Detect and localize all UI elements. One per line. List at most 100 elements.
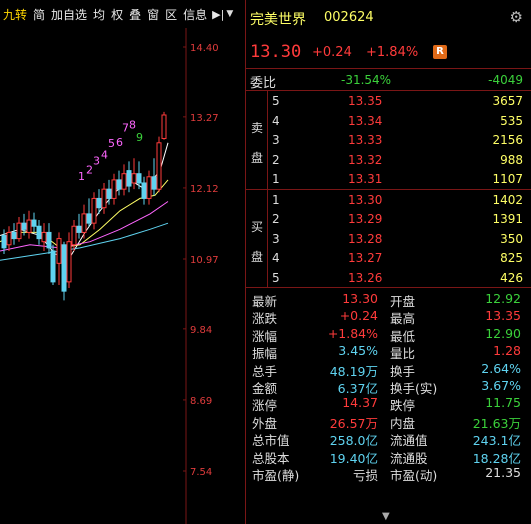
stat-label: 市盈(静) xyxy=(252,467,300,483)
candle-body xyxy=(91,197,97,224)
candle-body xyxy=(1,235,7,249)
quote-panel: 完美世界 002624 ⚙ 13.30 +0.24 +1.84% R 委比 -3… xyxy=(245,0,531,524)
sequence-label: 6 xyxy=(116,136,123,149)
stat-value: +0.24 xyxy=(339,308,378,324)
candle-body xyxy=(126,170,132,187)
candle-body xyxy=(6,231,12,246)
kline-chart[interactable]: 14.40 13.27 12.12 10.97 9.84 8.69 7.54 1234567… xyxy=(0,28,245,524)
stat-value: 12.90 xyxy=(485,325,521,341)
order-ratio-value: -31.54% xyxy=(341,73,392,87)
kline-chart-canvas: 14.40 13.27 12.12 10.97 9.84 8.69 7.54 1 23 45 67… xyxy=(0,28,219,524)
buy-level-row[interactable]: 4 13.27 825 xyxy=(268,248,531,268)
stat-value: 13.30 xyxy=(342,291,378,306)
candle-body xyxy=(66,241,72,283)
candle-body xyxy=(16,222,22,240)
level-price[interactable]: 13.27 xyxy=(348,251,382,265)
level-price[interactable]: 13.34 xyxy=(348,114,382,128)
ma5-line xyxy=(0,142,169,258)
toolbar-simple[interactable]: 简 xyxy=(30,6,48,23)
level-price[interactable]: 13.30 xyxy=(348,193,382,207)
price-summary: 13.30 +0.24 +1.84% R xyxy=(246,38,531,68)
level-volume: 988 xyxy=(500,152,523,167)
candle-body xyxy=(146,176,152,199)
candle-body xyxy=(61,244,67,292)
stat-value: 21.35 xyxy=(485,464,521,480)
toolbar-moving-average[interactable]: 均 xyxy=(90,6,108,23)
buy-level-row[interactable]: 1 13.30 1402 xyxy=(268,190,531,210)
buy-side-label: 买 盘 xyxy=(246,189,268,287)
order-ratio-row: 委比 -31.54% -4049 xyxy=(246,68,531,91)
candle-body xyxy=(50,250,56,283)
buy-level-row[interactable]: 5 13.26 426 xyxy=(268,268,531,288)
level-price[interactable]: 13.26 xyxy=(348,271,382,285)
stock-code: 002624 xyxy=(324,10,374,25)
toolbar-add-watchlist[interactable]: 加自选 xyxy=(48,6,90,23)
stat-value: 1.28 xyxy=(493,343,521,359)
toolbar-range[interactable]: 区 xyxy=(162,6,180,23)
order-ratio-diff: -4049 xyxy=(488,73,523,87)
chevron-down-icon[interactable]: ▼ xyxy=(224,9,233,19)
buy-level-row[interactable]: 3 13.28 350 xyxy=(268,229,531,249)
level-volume: 350 xyxy=(500,231,523,246)
candle-body xyxy=(96,197,102,209)
sequence-label: 9 xyxy=(136,131,143,144)
level-price[interactable]: 13.33 xyxy=(348,133,382,147)
toolbar-adjust[interactable]: 权 xyxy=(108,6,126,23)
stat-value: 3.67% xyxy=(481,377,521,393)
candle-body xyxy=(71,225,77,246)
candle-body xyxy=(76,225,82,233)
sell-level-row[interactable]: 1 13.31 1107 xyxy=(268,169,531,189)
order-ratio-label: 委比 xyxy=(250,76,277,91)
candle-body xyxy=(141,182,147,199)
candle-body xyxy=(86,213,92,224)
gear-icon[interactable]: ⚙ xyxy=(510,8,523,26)
candle-body xyxy=(36,225,42,240)
stats-row: 总市值 258.0亿 流通值 243.1亿 xyxy=(246,429,531,448)
stat-value: 亏损 xyxy=(352,467,378,483)
price-tick-label: 7.54 xyxy=(190,467,212,478)
sequence-label: 5 xyxy=(108,137,115,150)
level-price[interactable]: 13.31 xyxy=(348,172,382,186)
sell-level-row[interactable]: 5 13.35 3657 xyxy=(268,91,531,111)
sell-level-row[interactable]: 2 13.32 988 xyxy=(268,150,531,170)
candle-body xyxy=(41,231,47,243)
candle-body xyxy=(101,188,107,209)
stats-row: 金额 6.37亿 换手(实) 3.67% xyxy=(246,377,531,396)
sequence-label: 1 xyxy=(78,170,85,183)
sequence-label: 8 xyxy=(129,119,136,132)
candle-body xyxy=(111,179,117,199)
price-change: +0.24 xyxy=(312,45,352,60)
stats-row: 涨跌 +0.24 最高 13.35 xyxy=(246,307,531,326)
last-price: 13.30 xyxy=(250,42,302,62)
level-volume: 2156 xyxy=(492,133,523,147)
toolbar-nine-turn[interactable]: 九转 xyxy=(0,6,30,23)
stats-row: 涨幅 +1.84% 最低 12.90 xyxy=(246,325,531,344)
stats-row: 振幅 3.45% 量比 1.28 xyxy=(246,342,531,361)
price-tick-label: 12.12 xyxy=(190,184,219,195)
price-change-pct: +1.84% xyxy=(366,45,419,60)
buy-book: 买 盘 1 13.30 1402 2 13.29 1391 3 13.28 350 4 13.27 8… xyxy=(246,188,531,288)
sell-level-row[interactable]: 4 13.34 535 xyxy=(268,111,531,131)
sell-book: 卖 盘 5 13.35 3657 4 13.34 535 3 13.33 2156 2 13.32 9… xyxy=(246,90,531,189)
buy-level-row[interactable]: 2 13.29 1391 xyxy=(268,209,531,229)
scroll-down-icon[interactable]: ▼ xyxy=(382,511,390,522)
level-number: 5 xyxy=(272,270,280,285)
candle-body xyxy=(116,179,122,190)
price-tick-label: 10.97 xyxy=(190,255,219,266)
toolbar-info[interactable]: 信息 xyxy=(180,6,210,23)
stats-table: 最新 13.30 开盘 12.92 涨跌 +0.24 最高 13.35 涨幅 +1.84% 最低 12… xyxy=(246,287,531,483)
toolbar-overlay[interactable]: 叠 xyxy=(126,6,144,23)
pin-icon[interactable]: ▶| xyxy=(210,8,224,21)
level-price[interactable]: 13.32 xyxy=(348,153,382,167)
sell-level-row[interactable]: 3 13.33 2156 xyxy=(268,130,531,150)
stock-name[interactable]: 完美世界 xyxy=(250,9,306,29)
level-price[interactable]: 13.35 xyxy=(348,94,382,108)
level-number: 5 xyxy=(272,94,280,108)
price-tick-label: 13.27 xyxy=(190,113,219,124)
margin-badge[interactable]: R xyxy=(433,45,447,59)
level-price[interactable]: 13.28 xyxy=(348,232,382,246)
toolbar-window[interactable]: 窗 xyxy=(144,6,162,23)
level-price[interactable]: 13.29 xyxy=(348,212,382,226)
candle-body xyxy=(26,219,32,233)
stat-value: 12.92 xyxy=(485,291,521,306)
